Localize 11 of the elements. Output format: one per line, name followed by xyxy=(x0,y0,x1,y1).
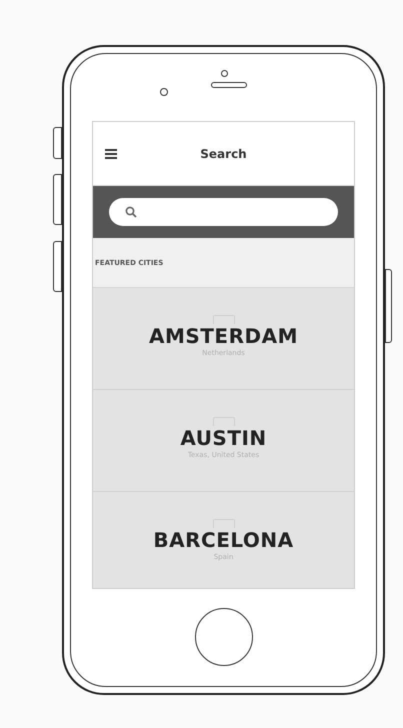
sensor-icon xyxy=(221,70,228,77)
menu-icon[interactable] xyxy=(105,148,117,158)
home-button[interactable] xyxy=(194,608,252,666)
city-name: BARCELONA xyxy=(153,528,294,552)
camera-icon xyxy=(160,88,168,96)
search-field[interactable] xyxy=(109,198,338,226)
speaker-icon xyxy=(211,82,247,88)
search-icon xyxy=(125,206,137,218)
city-name: AMSTERDAM xyxy=(149,324,298,348)
city-name: AUSTIN xyxy=(180,426,267,450)
screen-title: Search xyxy=(199,146,248,160)
